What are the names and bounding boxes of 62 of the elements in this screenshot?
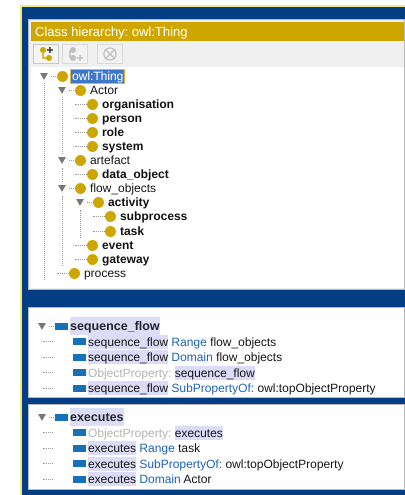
add-sibling-icon: [67, 46, 83, 62]
expand-toggle[interactable]: [38, 322, 46, 330]
tree-item[interactable]: task: [119, 224, 146, 238]
tree-item[interactable]: artefact: [89, 154, 132, 168]
property-icon: [73, 444, 86, 452]
expand-toggle[interactable]: [40, 72, 48, 80]
property-icon: [55, 414, 68, 420]
property-icon: [73, 369, 86, 376]
class-icon: [87, 112, 98, 124]
class-icon: [87, 98, 98, 110]
axiom-line[interactable]: sequence_flow Range flow_objects: [88, 332, 276, 351]
tree-item[interactable]: organisation: [101, 98, 176, 111]
property-icon: [73, 460, 86, 468]
tree-item[interactable]: role: [101, 126, 126, 139]
class-icon: [105, 211, 116, 222]
tree-item[interactable]: process: [83, 266, 128, 280]
expand-toggle[interactable]: [58, 185, 66, 192]
class-icon: [93, 197, 104, 208]
expand-toggle[interactable]: [58, 86, 66, 94]
expand-toggle[interactable]: [58, 157, 66, 164]
tree-item[interactable]: activity: [107, 196, 150, 210]
property-icon: [73, 476, 86, 483]
panel-title: Class hierarchy: owl:Thing: [31, 22, 404, 41]
class-icon: [75, 84, 86, 96]
tree-item[interactable]: person: [101, 112, 144, 125]
tree-item[interactable]: data_object: [101, 168, 170, 182]
class-icon: [87, 141, 98, 152]
tree-item[interactable]: gateway: [101, 252, 150, 266]
add-subclass-icon: [38, 46, 54, 62]
tree-item[interactable]: owl:Thing: [71, 70, 124, 83]
class-icon: [87, 254, 98, 265]
axiom-line[interactable]: ObjectProperty: sequence_flow: [88, 364, 255, 382]
class-icon: [87, 126, 98, 138]
property-name[interactable]: sequence_flow: [70, 316, 160, 336]
toolbar-button[interactable]: [33, 44, 59, 64]
axiom-line[interactable]: ObjectProperty: executes: [88, 424, 223, 442]
property-icon: [73, 429, 86, 436]
property-icon: [55, 322, 68, 330]
class-icon: [87, 240, 98, 251]
property-icon: [73, 384, 86, 392]
axiom-line[interactable]: sequence_flow Domain flow_objects: [88, 348, 282, 366]
expand-toggle[interactable]: [38, 414, 46, 420]
class-icon: [69, 268, 80, 279]
tree-item[interactable]: flow_objects: [89, 182, 158, 196]
delete-icon: [102, 46, 118, 62]
property-name[interactable]: executes: [70, 408, 124, 426]
tree-item[interactable]: system: [101, 140, 144, 154]
class-icon: [75, 183, 86, 194]
tree-item[interactable]: event: [101, 238, 134, 252]
tree-item[interactable]: Actor: [89, 84, 120, 97]
class-icon: [105, 226, 116, 237]
class-icon: [75, 155, 86, 166]
axiom-line[interactable]: sequence_flow SubPropertyOf: owl:topObjectProperty: [88, 379, 376, 398]
axiom-line[interactable]: executes Domain Actor: [88, 470, 212, 488]
class-icon: [87, 169, 98, 180]
class-icon: [57, 70, 68, 82]
property-icon: [73, 354, 86, 361]
property-icon: [73, 338, 86, 346]
axiom-line[interactable]: executes SubPropertyOf: owl:topObjectProperty: [88, 454, 344, 473]
axiom-line[interactable]: executes Range task: [88, 439, 200, 458]
expand-toggle[interactable]: [76, 199, 84, 206]
tree-item[interactable]: subprocess: [119, 210, 188, 224]
